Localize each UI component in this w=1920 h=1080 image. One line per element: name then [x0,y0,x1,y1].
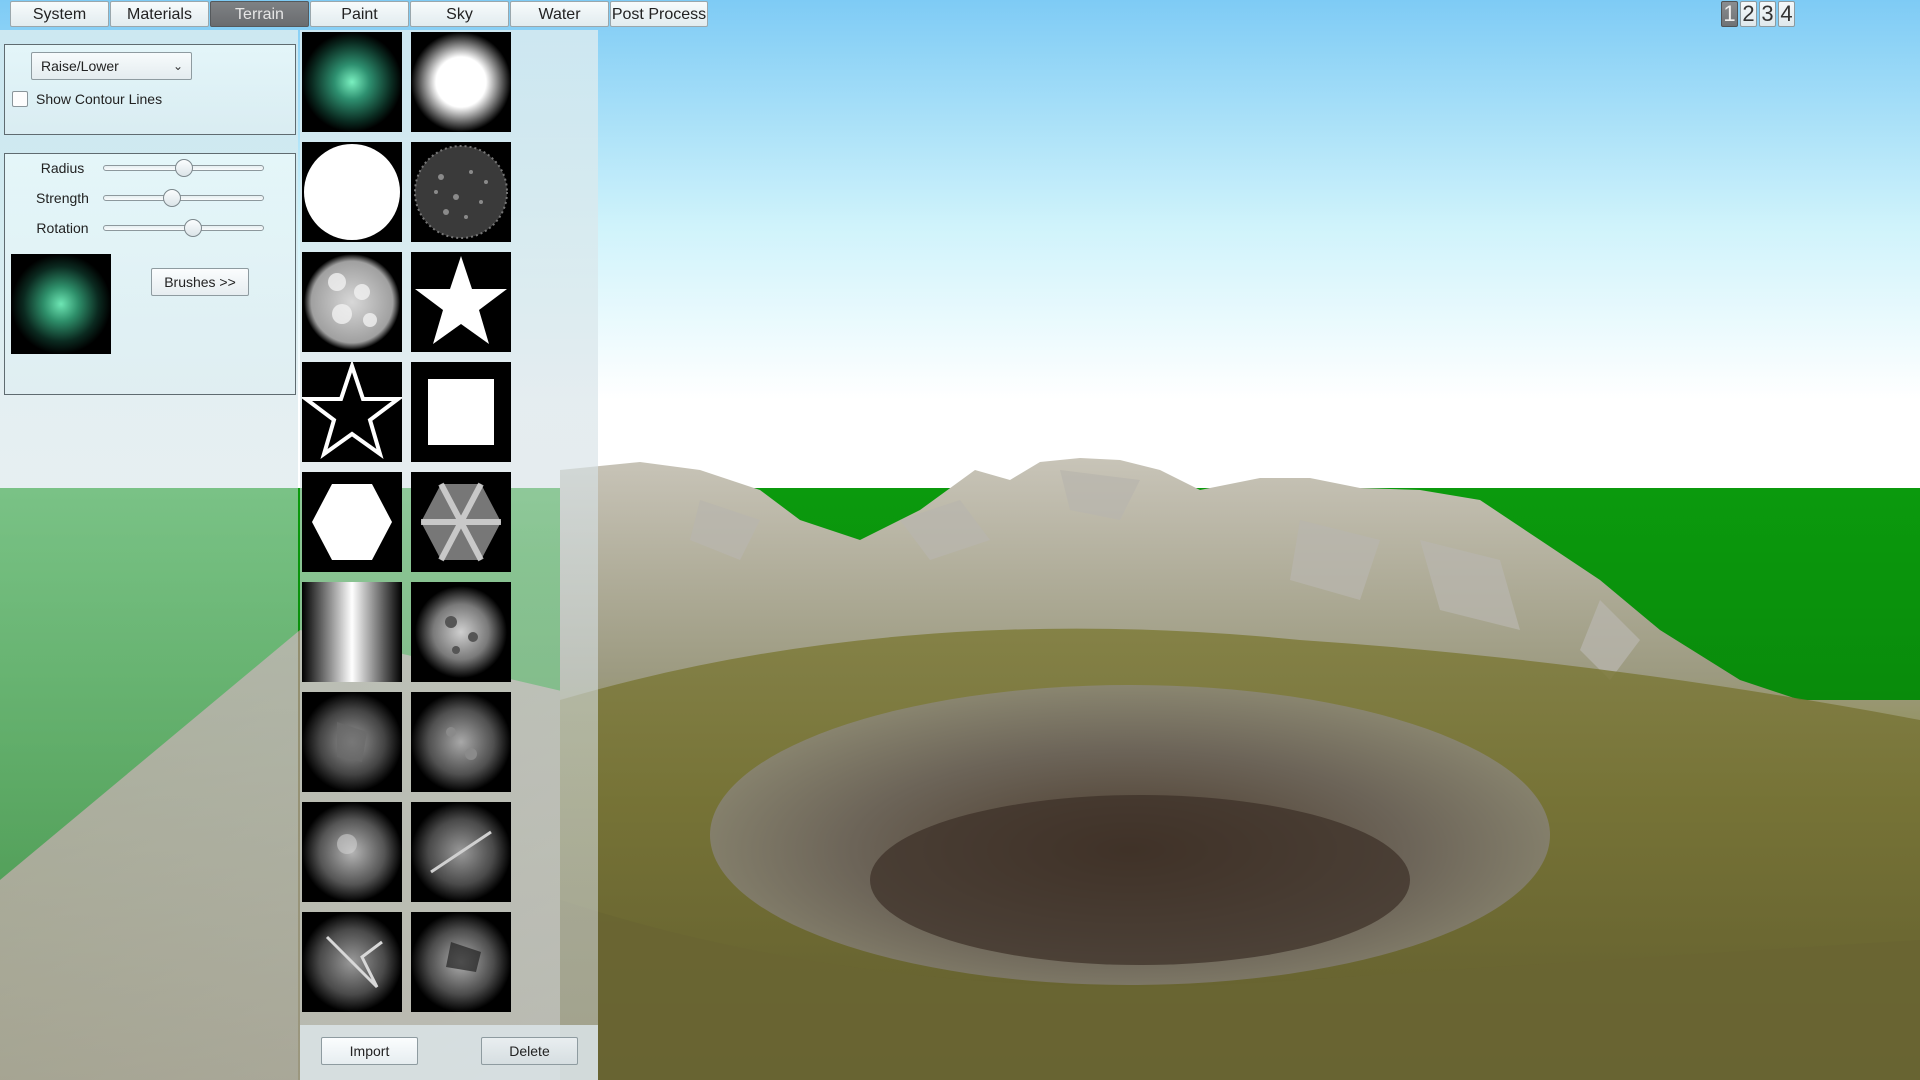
tab-water[interactable]: Water [510,1,609,27]
brush-tile-square[interactable] [411,362,511,462]
import-brush-button[interactable]: Import [321,1037,418,1065]
brush-tile-noise-circle[interactable] [411,142,511,242]
brush-tile-vertical-gradient[interactable] [302,582,402,682]
viewport-3-button[interactable]: 3 [1759,1,1776,27]
brush-tile-star-outline[interactable] [302,362,402,462]
brush-settings-box: Radius Strength Rotation Brushes >> [4,153,296,395]
brush-tile-soft-green-glow[interactable] [302,32,402,132]
tab-materials[interactable]: Materials [110,1,209,27]
tab-terrain[interactable]: Terrain [210,1,309,27]
chevron-down-icon: ⌄ [172,59,183,73]
brush-tile-rock-noise-4[interactable] [302,802,402,902]
brush-tile-hexagon[interactable] [302,472,402,572]
radius-slider-thumb[interactable] [174,159,193,177]
delete-brush-button[interactable]: Delete [481,1037,578,1065]
brush-tile-rock-noise-1[interactable] [411,582,511,682]
brush-tile-cloud-circle[interactable] [302,252,402,352]
viewport-1-button[interactable]: 1 [1721,1,1738,27]
tab-paint[interactable]: Paint [310,1,409,27]
strength-slider-thumb[interactable] [163,189,182,207]
brush-tile-rock-noise-2[interactable] [302,692,402,792]
brush-tile-soft-white-circle[interactable] [411,32,511,132]
main-tab-bar: System Materials Terrain Paint Sky Water… [0,0,720,30]
viewport-4-button[interactable]: 4 [1778,1,1795,27]
brush-tile-rock-streak[interactable] [411,802,511,902]
strength-row: Strength [5,188,297,208]
brush-tile-solid-star[interactable] [411,252,511,352]
tool-select-value: Raise/Lower [41,58,119,74]
brush-tile-rock-noise-5[interactable] [411,912,511,1012]
tab-sky[interactable]: Sky [410,1,509,27]
brush-tile-rock-crack[interactable] [302,912,402,1012]
brush-library-panel: Import Delete [300,30,598,1080]
brush-tile-rock-noise-3[interactable] [411,692,511,792]
brushes-toggle-button[interactable]: Brushes >> [151,268,249,296]
show-contour-lines-label: Show Contour Lines [36,91,163,107]
tab-post-process[interactable]: Post Process [610,1,708,27]
rotation-slider[interactable] [103,219,264,237]
tab-system[interactable]: System [10,1,109,27]
viewport-2-button[interactable]: 2 [1740,1,1757,27]
rotation-row: Rotation [5,218,297,238]
radius-row: Radius [5,158,297,178]
strength-slider[interactable] [103,189,264,207]
brush-library-footer: Import Delete [300,1025,598,1080]
brush-tile-hexagon-star[interactable] [411,472,511,572]
brush-tile-hard-white-circle[interactable] [302,142,402,242]
radius-slider[interactable] [103,159,264,177]
terrain-tool-panel: Raise/Lower ⌄ Show Contour Lines Radius … [0,30,298,1080]
tool-select-dropdown[interactable]: Raise/Lower ⌄ [31,52,192,80]
tool-options-box: Raise/Lower ⌄ Show Contour Lines [4,44,296,135]
rotation-slider-thumb[interactable] [184,219,203,237]
current-brush-preview [11,254,111,354]
show-contour-lines-checkbox[interactable] [12,91,28,107]
